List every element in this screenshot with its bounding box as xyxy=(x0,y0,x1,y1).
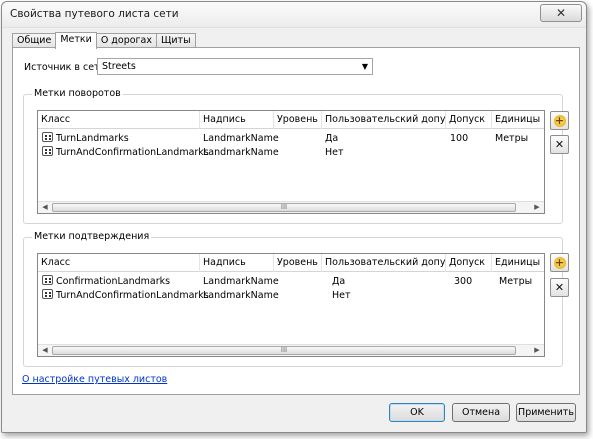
tab-shields[interactable]: Щиты xyxy=(155,33,196,48)
column-header-class[interactable]: Класс xyxy=(38,111,200,129)
landmarks-panel: Источник в сети: Streets ▼ Метки поворот… xyxy=(12,47,580,395)
custom-tolerance-cell: Нет xyxy=(325,147,344,158)
column-header-custom-tolerance[interactable]: Пользовательский допуск xyxy=(322,111,446,129)
table-row[interactable]: TurnAndConfirmationLandmarks LandmarkNam… xyxy=(38,146,544,159)
label-cell: LandmarkName xyxy=(203,147,279,158)
feature-layer-icon xyxy=(42,146,53,156)
custom-tolerance-cell: Нет xyxy=(332,290,351,301)
column-header-class[interactable]: Класс xyxy=(38,254,200,272)
tab-strip: Общие Метки О дорогах Щиты xyxy=(12,32,196,49)
units-cell: Метры xyxy=(495,133,529,144)
custom-tolerance-cell: Да xyxy=(332,276,346,287)
network-source-value: Streets xyxy=(102,61,136,72)
column-header-units[interactable]: Единицы xyxy=(492,254,544,272)
feature-layer-icon xyxy=(42,132,53,142)
tab-general[interactable]: Общие xyxy=(12,33,57,48)
turn-landmarks-legend: Метки поворотов xyxy=(32,88,123,99)
horizontal-scrollbar[interactable]: ◀ III ▶ xyxy=(38,201,544,213)
tolerance-cell: 100 xyxy=(450,133,469,144)
add-confirmation-landmark-button[interactable]: + xyxy=(550,253,569,272)
table-row[interactable]: TurnLandmarks LandmarkName Да 100 Метры xyxy=(38,132,544,145)
column-header-custom-tolerance[interactable]: Пользовательский допуск xyxy=(322,254,446,272)
column-header-tolerance[interactable]: Допуск xyxy=(446,111,492,129)
scroll-left-icon[interactable]: ◀ xyxy=(38,345,52,356)
scroll-left-icon[interactable]: ◀ xyxy=(38,202,52,213)
close-icon: ✕ xyxy=(555,6,567,20)
scroll-right-icon[interactable]: ▶ xyxy=(530,345,544,356)
label-cell: LandmarkName xyxy=(203,276,279,287)
add-layer-icon: + xyxy=(553,113,566,127)
column-header-label[interactable]: Надпись xyxy=(200,111,274,129)
scroll-thumb[interactable]: III xyxy=(52,346,516,355)
add-turn-landmark-button[interactable]: + xyxy=(550,111,569,130)
confirmation-landmarks-table: Класс Надпись Уровень Пользовательский д… xyxy=(37,253,545,357)
window-title: Свойства путевого листа сети xyxy=(10,8,179,20)
cancel-button[interactable]: Отмена xyxy=(452,403,510,422)
scroll-thumb[interactable]: III xyxy=(52,203,516,212)
column-header-level[interactable]: Уровень xyxy=(274,254,322,272)
feature-layer-icon xyxy=(42,289,53,299)
column-header-tolerance[interactable]: Допуск xyxy=(446,254,492,272)
confirmation-landmarks-legend: Метки подтверждения xyxy=(32,231,152,242)
close-button[interactable]: ✕ xyxy=(540,4,582,22)
column-header-level[interactable]: Уровень xyxy=(274,111,322,129)
table-row[interactable]: ConfirmationLandmarks LandmarkName Да 30… xyxy=(38,275,544,288)
chevron-down-icon: ▼ xyxy=(361,62,368,71)
units-cell: Метры xyxy=(499,276,533,287)
table-header: Класс Надпись Уровень Пользовательский д… xyxy=(38,254,544,272)
table-header: Класс Надпись Уровень Пользовательский д… xyxy=(38,111,544,129)
custom-tolerance-cell: Да xyxy=(325,133,339,144)
delete-icon: ✕ xyxy=(554,281,565,294)
horizontal-scrollbar[interactable]: ◀ III ▶ xyxy=(38,344,544,356)
class-cell: TurnLandmarks xyxy=(42,132,129,145)
tolerance-cell: 300 xyxy=(454,276,473,287)
tab-roads[interactable]: О дорогах xyxy=(95,33,157,48)
dialog-window: Свойства путевого листа сети ✕ Общие Мет… xyxy=(1,1,587,433)
title-bar: Свойства путевого листа сети ✕ xyxy=(2,2,586,28)
label-cell: LandmarkName xyxy=(203,290,279,301)
apply-button[interactable]: Применить xyxy=(516,403,576,422)
confirmation-landmarks-group: Метки подтверждения Класс Надпись Уровен… xyxy=(23,231,569,367)
table-row[interactable]: TurnAndConfirmationLandmarks LandmarkNam… xyxy=(38,289,544,302)
delete-icon: ✕ xyxy=(554,138,565,151)
ok-button[interactable]: OK xyxy=(389,403,445,422)
remove-confirmation-landmark-button[interactable]: ✕ xyxy=(550,278,569,297)
feature-layer-icon xyxy=(42,275,53,285)
label-cell: LandmarkName xyxy=(203,133,279,144)
help-link[interactable]: О настройке путевых листов xyxy=(22,374,167,385)
turn-landmarks-group: Метки поворотов Класс Надпись Уровень По… xyxy=(23,88,569,224)
add-layer-icon: + xyxy=(553,255,566,269)
class-cell: TurnAndConfirmationLandmarks xyxy=(42,146,209,159)
scroll-right-icon[interactable]: ▶ xyxy=(530,202,544,213)
class-cell: ConfirmationLandmarks xyxy=(42,275,170,288)
tab-landmarks[interactable]: Метки xyxy=(55,32,97,49)
column-header-units[interactable]: Единицы xyxy=(492,111,544,129)
remove-turn-landmark-button[interactable]: ✕ xyxy=(550,135,569,154)
network-source-dropdown[interactable]: Streets ▼ xyxy=(97,58,373,75)
column-header-label[interactable]: Надпись xyxy=(200,254,274,272)
class-cell: TurnAndConfirmationLandmarks xyxy=(42,289,209,302)
turn-landmarks-table: Класс Надпись Уровень Пользовательский д… xyxy=(37,110,545,214)
